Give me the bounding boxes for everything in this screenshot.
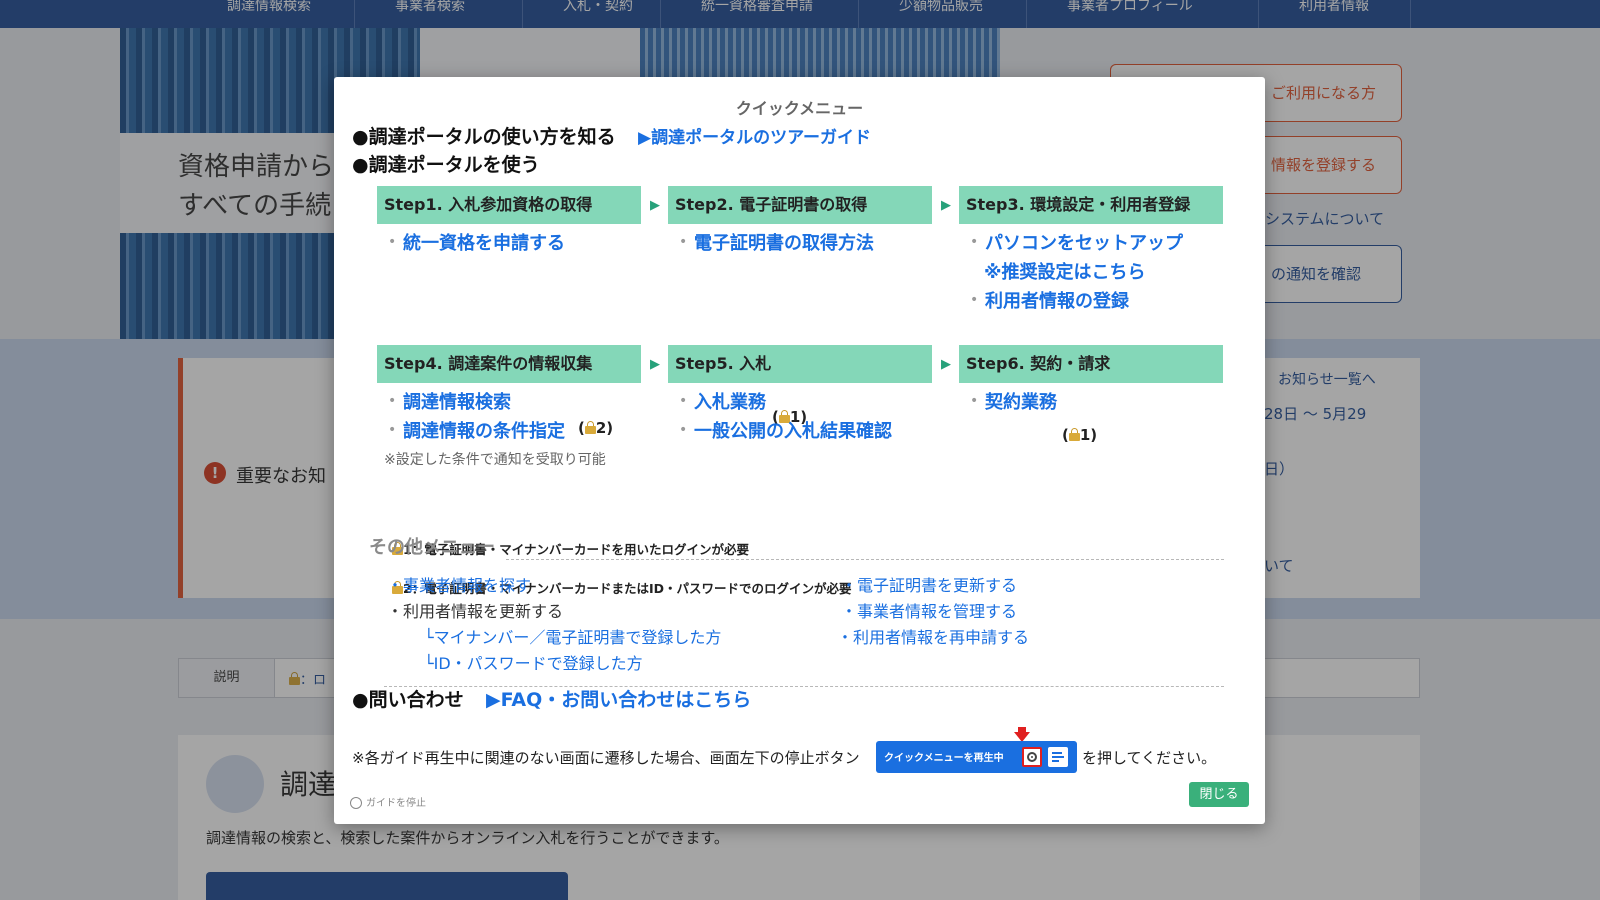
tour-guide-link[interactable]: ▶調達ポータルのツアーガイド xyxy=(638,123,871,148)
step6-contract-link[interactable]: 契約業務 xyxy=(985,388,1057,414)
mynumber-registered-link[interactable]: └マイナンバー／電子証明書で登録した方 xyxy=(424,624,721,648)
stop-guide-icon xyxy=(350,797,362,809)
stop-notice-text: ※各ガイド再生中に関連のない画面に遷移した場合、画面左下の停止ボタン xyxy=(352,749,860,767)
step2-certificate-link[interactable]: 電子証明書の取得方法 xyxy=(694,229,874,255)
use-heading: ●調達ポータルを使う xyxy=(352,154,540,176)
stop-button[interactable] xyxy=(1022,747,1042,767)
lock-badge: (1) xyxy=(772,408,808,426)
reapply-user-link[interactable]: ・利用者情報を再申請する xyxy=(837,624,1029,648)
step5-header: Step5. 入札 xyxy=(668,345,932,383)
modal-title: クイックメニュー xyxy=(735,99,864,118)
stop-guide-link[interactable]: ガイドを停止 xyxy=(366,794,426,809)
stop-icon xyxy=(1027,752,1037,762)
id-password-registered-link[interactable]: └ID・パスワードで登録した方 xyxy=(424,650,643,674)
step-arrow: ▶ xyxy=(650,357,660,372)
lock-icon xyxy=(1068,428,1080,441)
step4-header: Step4. 調達案件の情報収集 xyxy=(377,345,641,383)
step4-note: ※設定した条件で通知を受取り可能 xyxy=(384,452,606,468)
search-business-link[interactable]: ・事業者情報を探す xyxy=(387,572,531,596)
step3-recommended-link[interactable]: ※推奨設定はこちら xyxy=(984,258,1146,284)
quick-menu-modal: クイックメニュー ●調達ポータルの使い方を知る ▶調達ポータルのツアーガイド ●… xyxy=(334,77,1265,824)
other-menu-title: その他メニュー xyxy=(369,537,495,558)
lock-note-1: 1：電子証明書・マイナンバーカードを用いたログインが必要 xyxy=(392,539,1323,558)
player-label: クイックメニューを再生中 xyxy=(884,753,1004,764)
faq-contact-link[interactable]: ▶FAQ・お問い合わせはこちら xyxy=(486,685,751,712)
step1-apply-link[interactable]: 統一資格を申請する xyxy=(403,229,565,255)
manage-business-link[interactable]: ・事業者情報を管理する xyxy=(841,598,1017,622)
step5-results-link[interactable]: 一般公開の入札結果確認 xyxy=(694,417,892,443)
update-user-info-label: ・利用者情報を更新する xyxy=(387,602,564,621)
step1-header: Step1. 入札参加資格の取得 xyxy=(377,186,641,224)
step3-user-register-link[interactable]: 利用者情報の登録 xyxy=(985,287,1129,313)
step4-condition-link[interactable]: 調達情報の条件指定 xyxy=(403,417,565,443)
step3-setup-link[interactable]: パソコンをセットアップ xyxy=(985,229,1183,255)
learn-heading: ●調達ポータルの使い方を知る xyxy=(352,126,616,148)
renew-certificate-link[interactable]: ・電子証明書を更新する xyxy=(841,572,1017,596)
divider xyxy=(506,559,1224,560)
step-arrow: ▶ xyxy=(941,357,951,372)
guide-player-bar: クイックメニューを再生中 xyxy=(876,741,1077,773)
contact-heading: ●問い合わせ xyxy=(352,689,464,711)
step4-search-link[interactable]: 調達情報検索 xyxy=(403,388,511,414)
step-arrow: ▶ xyxy=(941,198,951,213)
lock-icon xyxy=(584,421,596,434)
menu-list-button[interactable] xyxy=(1048,747,1068,767)
step3-header: Step3. 環境設定・利用者登録 xyxy=(959,186,1223,224)
step6-header: Step6. 契約・請求 xyxy=(959,345,1223,383)
close-button[interactable]: 閉じる xyxy=(1189,782,1249,807)
step2-header: Step2. 電子証明書の取得 xyxy=(668,186,932,224)
step5-bid-link[interactable]: 入札業務 xyxy=(694,388,766,414)
lock-badge: (1) xyxy=(1062,426,1098,444)
step-arrow: ▶ xyxy=(650,198,660,213)
stop-notice-suffix: を押してください。 xyxy=(1082,749,1217,767)
